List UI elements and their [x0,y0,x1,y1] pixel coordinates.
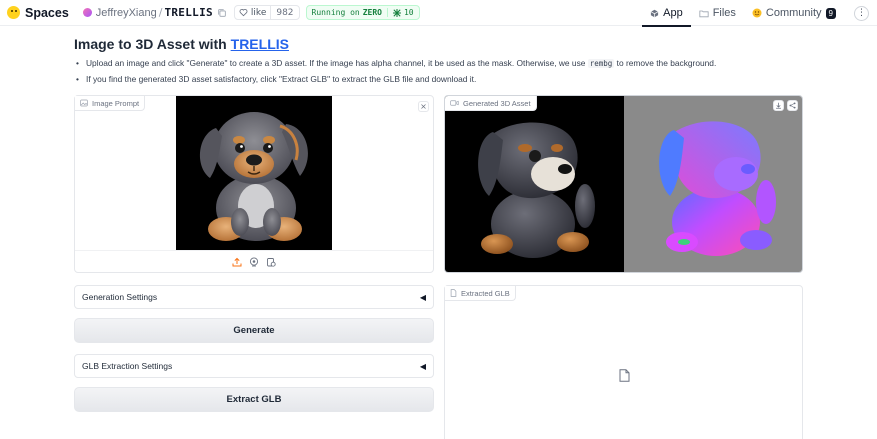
generation-settings-accordion[interactable]: Generation Settings ◀ [74,285,434,309]
download-icon [776,102,781,109]
clear-image-button[interactable]: × [418,101,429,112]
normal-preview [624,96,802,272]
share-icon [789,102,796,109]
uploaded-image [176,96,332,251]
tab-community[interactable]: Community 9 [744,0,844,26]
file-icon [450,289,457,297]
collapse-arrow-icon: ◀ [419,361,426,371]
instruction-1b: to remove the background. [616,58,717,68]
like-label-wrap: like [235,8,270,18]
image-prompt-panel[interactable]: Image Prompt × [74,95,434,273]
path-separator: / [158,6,163,19]
instruction-item: If you find the generated 3D asset satis… [74,73,716,89]
tab-files[interactable]: Files [691,0,744,26]
normal-render-image [659,121,776,256]
image-icon [80,99,88,107]
repo-path: JeffreyXiang / TRELLIS [82,6,227,19]
zero-gpu-icon [392,8,401,17]
badge-divider [386,8,388,17]
instruction-item: Upload an image and click "Generate" to … [74,57,716,73]
title-prefix: Image to 3D Asset with [74,36,227,52]
image-prompt-label: Image Prompt [92,98,140,108]
running-prefix: Running on [311,8,360,17]
trellis-link[interactable]: TRELLIS [231,36,289,52]
instruction-2: If you find the generated 3D asset satis… [86,74,477,84]
running-status-badge[interactable]: Running on ZERO 10 [305,5,420,20]
extracted-glb-label: Extracted GLB [461,288,510,298]
brand-name: Spaces [25,5,69,20]
instructions-list: Upload an image and click "Generate" to … [74,57,716,89]
glb-extraction-settings-accordion[interactable]: GLB Extraction Settings ◀ [74,354,434,378]
generated-asset-label-tab: Generated 3D Asset [445,96,537,111]
repo-link[interactable]: TRELLIS [164,6,212,19]
generated-asset-panel: Generated 3D Asset [444,95,803,273]
render-preview [445,96,624,272]
zero-count: 10 [403,8,414,17]
more-menu-icon[interactable]: ⋮ [854,5,869,21]
extracted-glb-label-tab: Extracted GLB [445,286,516,301]
hugging-face-logo-icon [7,6,20,19]
files-icon [699,10,709,17]
community-count-badge: 9 [825,7,836,19]
tab-files-label: Files [712,7,736,19]
page-title: Image to 3D Asset with TRELLIS [74,36,289,52]
video-icon [450,100,459,106]
collapse-arrow-icon: ◀ [419,292,426,302]
webcam-icon[interactable] [249,256,260,267]
rembg-code: rembg [587,59,615,68]
app-cube-icon [650,9,659,17]
color-render-image [478,122,595,258]
image-prompt-label-tab: Image Prompt [75,96,146,111]
top-bar: Spaces JeffreyXiang / TRELLIS like 982 R… [0,0,877,27]
owner-avatar[interactable] [82,8,92,17]
tab-app[interactable]: App [642,0,691,27]
download-video-button[interactable] [773,100,784,111]
empty-file-icon [619,369,630,382]
generate-button[interactable]: Generate [74,318,434,343]
plush-dog-image [199,112,308,241]
like-button[interactable]: like 982 [233,5,300,20]
copy-icon[interactable] [217,8,227,18]
clipboard-icon[interactable] [266,256,277,267]
extracted-glb-panel: Extracted GLB [444,285,803,439]
like-label: like [250,7,267,18]
owner-link[interactable]: JeffreyXiang [96,7,157,19]
upload-icon[interactable] [232,256,243,267]
glb-extraction-settings-label: GLB Extraction Settings [82,361,173,371]
like-count[interactable]: 982 [270,6,298,19]
running-hardware: ZERO [362,8,382,17]
image-source-toolbar [75,250,433,272]
instruction-1a: Upload an image and click "Generate" to … [86,58,586,68]
tab-community-label: Community [765,7,822,19]
share-button[interactable] [787,100,798,111]
space-nav: App Files Community 9 ⋮ [642,0,877,27]
heart-icon [239,9,248,17]
community-icon [752,8,762,18]
spaces-brand[interactable]: Spaces [7,6,69,20]
extract-glb-button[interactable]: Extract GLB [74,387,434,412]
tab-app-label: App [663,7,683,19]
generated-asset-label: Generated 3D Asset [463,98,531,108]
generation-settings-label: Generation Settings [82,292,158,302]
